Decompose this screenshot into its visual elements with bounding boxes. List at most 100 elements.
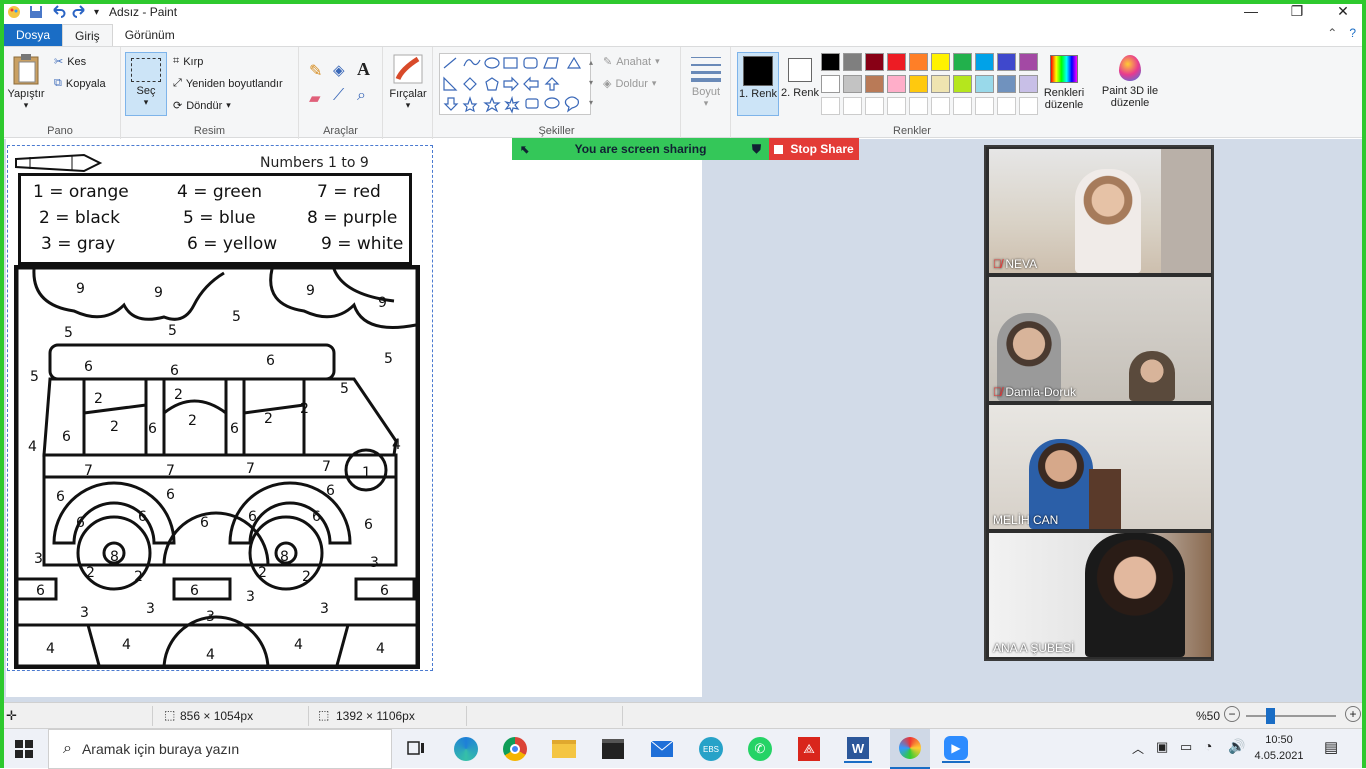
zoom-in-button[interactable]: +: [1345, 706, 1361, 722]
start-button[interactable]: [0, 729, 48, 769]
select-dropdown-icon[interactable]: ▾: [126, 97, 166, 108]
tab-file[interactable]: Dosya: [4, 24, 63, 46]
color1-button[interactable]: 1. Renk: [737, 52, 779, 116]
minimize-button[interactable]: —: [1228, 0, 1274, 22]
stop-share-button[interactable]: Stop Share: [769, 138, 859, 160]
custom-color-slot[interactable]: [975, 97, 994, 115]
custom-color-slot[interactable]: [997, 97, 1016, 115]
battery-icon[interactable]: ▭: [1180, 739, 1192, 755]
redo-icon[interactable]: [72, 4, 88, 20]
palette-swatch[interactable]: [1019, 75, 1038, 93]
palette-swatch[interactable]: [953, 75, 972, 93]
palette-swatch[interactable]: [975, 53, 994, 71]
zoom-app-icon[interactable]: ▶: [942, 735, 970, 763]
collapse-ribbon-icon[interactable]: ⌃: [1327, 26, 1337, 40]
participant-tile[interactable]: 🎙̸ NEVA: [989, 149, 1211, 273]
restore-button[interactable]: ❐: [1274, 0, 1320, 22]
volume-icon[interactable]: 🔊: [1228, 738, 1245, 755]
chrome-icon[interactable]: [501, 735, 529, 763]
outline-button[interactable]: ✎ Anahat ▾: [603, 55, 660, 69]
zoom-out-button[interactable]: −: [1224, 706, 1240, 722]
eba-icon[interactable]: EBS: [697, 735, 725, 763]
edit-colors-button[interactable]: Renkleri düzenle: [1041, 55, 1087, 111]
palette-swatch[interactable]: [997, 53, 1016, 71]
palette-swatch[interactable]: [843, 53, 862, 71]
paint3d-button[interactable]: Paint 3D ile düzenle: [1097, 55, 1163, 109]
eraser-icon[interactable]: ▰: [309, 89, 321, 107]
palette-swatch[interactable]: [821, 53, 840, 71]
crop-button[interactable]: ⌗ Kırp: [173, 55, 203, 68]
store-icon[interactable]: [599, 735, 627, 763]
save-icon[interactable]: [28, 4, 44, 20]
tab-home[interactable]: Giriş: [62, 24, 113, 46]
help-icon[interactable]: ?: [1349, 26, 1356, 40]
custom-color-slot[interactable]: [931, 97, 950, 115]
custom-color-slot[interactable]: [887, 97, 906, 115]
edge-icon[interactable]: [452, 735, 480, 763]
show-hidden-icons[interactable]: ︿: [1132, 740, 1144, 757]
quick-access-dropdown-icon[interactable]: ▾: [94, 7, 99, 18]
meet-now-icon[interactable]: ▣: [1156, 739, 1168, 755]
palette-swatch[interactable]: [843, 75, 862, 93]
paste-dropdown-icon[interactable]: ▾: [6, 100, 46, 111]
select-button[interactable]: Seç ▾: [125, 52, 167, 116]
palette-swatch[interactable]: [1019, 53, 1038, 71]
shapes-scroll[interactable]: ▴ ▾ ▾: [585, 53, 597, 115]
acrobat-icon[interactable]: ⟁: [795, 735, 823, 763]
zoom-slider-thumb[interactable]: [1266, 708, 1275, 724]
paint-taskbar-icon[interactable]: [890, 729, 930, 769]
palette-swatch[interactable]: [887, 75, 906, 93]
fill-bucket-icon[interactable]: ◈: [333, 61, 345, 79]
palette-swatch[interactable]: [821, 75, 840, 93]
clock[interactable]: 10:50 4.05.2021: [1252, 732, 1306, 764]
participant-tile[interactable]: ANA A ŞUBESİ: [989, 533, 1211, 657]
word-icon[interactable]: W: [844, 735, 872, 763]
palette-swatch[interactable]: [975, 75, 994, 93]
cut-button[interactable]: ✂ Kes: [54, 55, 86, 69]
custom-color-slot[interactable]: [953, 97, 972, 115]
rotate-button[interactable]: ⟳ Döndür ▾: [173, 99, 231, 113]
task-view-icon[interactable]: [402, 735, 430, 763]
palette-swatch[interactable]: [909, 53, 928, 71]
size-button[interactable]: Boyut ▾: [685, 53, 727, 109]
copy-button[interactable]: ⧉ Kopyala: [54, 77, 106, 90]
palette-swatch[interactable]: [887, 53, 906, 71]
taskbar-search[interactable]: ⌕ Aramak için buraya yazın: [48, 729, 392, 769]
mail-icon[interactable]: [648, 735, 676, 763]
undo-icon[interactable]: [50, 4, 66, 20]
fill-button[interactable]: ◈ Doldur ▾: [603, 77, 656, 91]
palette-swatch[interactable]: [931, 75, 950, 93]
custom-color-slot[interactable]: [865, 97, 884, 115]
close-button[interactable]: ✕: [1320, 0, 1366, 22]
text-icon[interactable]: A: [357, 59, 370, 80]
palette-swatch[interactable]: [953, 53, 972, 71]
palette-swatch[interactable]: [865, 75, 884, 93]
custom-color-slot[interactable]: [1019, 97, 1038, 115]
clipboard-group: Yapıştır ▾ ✂ Kes ⧉ Kopyala Pano: [0, 47, 121, 139]
pencil-icon[interactable]: ✎: [309, 61, 322, 81]
palette-swatch[interactable]: [909, 75, 928, 93]
brushes-button[interactable]: Fırçalar ▾: [387, 53, 429, 111]
palette-swatch[interactable]: [865, 53, 884, 71]
magnifier-icon[interactable]: ⌕: [357, 87, 366, 105]
custom-color-slot[interactable]: [909, 97, 928, 115]
resize-button[interactable]: ⤢ Yeniden boyutlandır: [173, 77, 283, 90]
file-explorer-icon[interactable]: [550, 735, 578, 763]
participant-tile[interactable]: MELİH CAN: [989, 405, 1211, 529]
paste-button[interactable]: Yapıştır ▾: [6, 53, 46, 115]
palette-swatch[interactable]: [931, 53, 950, 71]
color2-button[interactable]: 2. Renk: [781, 52, 819, 116]
custom-color-slot[interactable]: [843, 97, 862, 115]
palette-swatch[interactable]: [997, 75, 1016, 93]
color-picker-icon[interactable]: ⟋: [333, 87, 344, 105]
tab-view[interactable]: Görünüm: [113, 24, 187, 46]
custom-color-slot[interactable]: [821, 97, 840, 115]
wifi-icon[interactable]: ◔: [1204, 738, 1212, 754]
participant-tile[interactable]: 🎙̸ Damla-Doruk: [989, 277, 1211, 401]
video-gallery[interactable]: 🎙̸ NEVA 🎙̸ Damla-Doruk MELİH CAN ANA A Ş…: [984, 145, 1214, 661]
zoom-slider[interactable]: [1246, 715, 1336, 717]
whatsapp-icon[interactable]: ✆: [746, 735, 774, 763]
screen-sharing-banner[interactable]: ⬉ You are screen sharing ⛊: [512, 138, 769, 160]
notifications-icon[interactable]: ▤: [1324, 738, 1338, 756]
shapes-gallery[interactable]: [439, 53, 591, 115]
